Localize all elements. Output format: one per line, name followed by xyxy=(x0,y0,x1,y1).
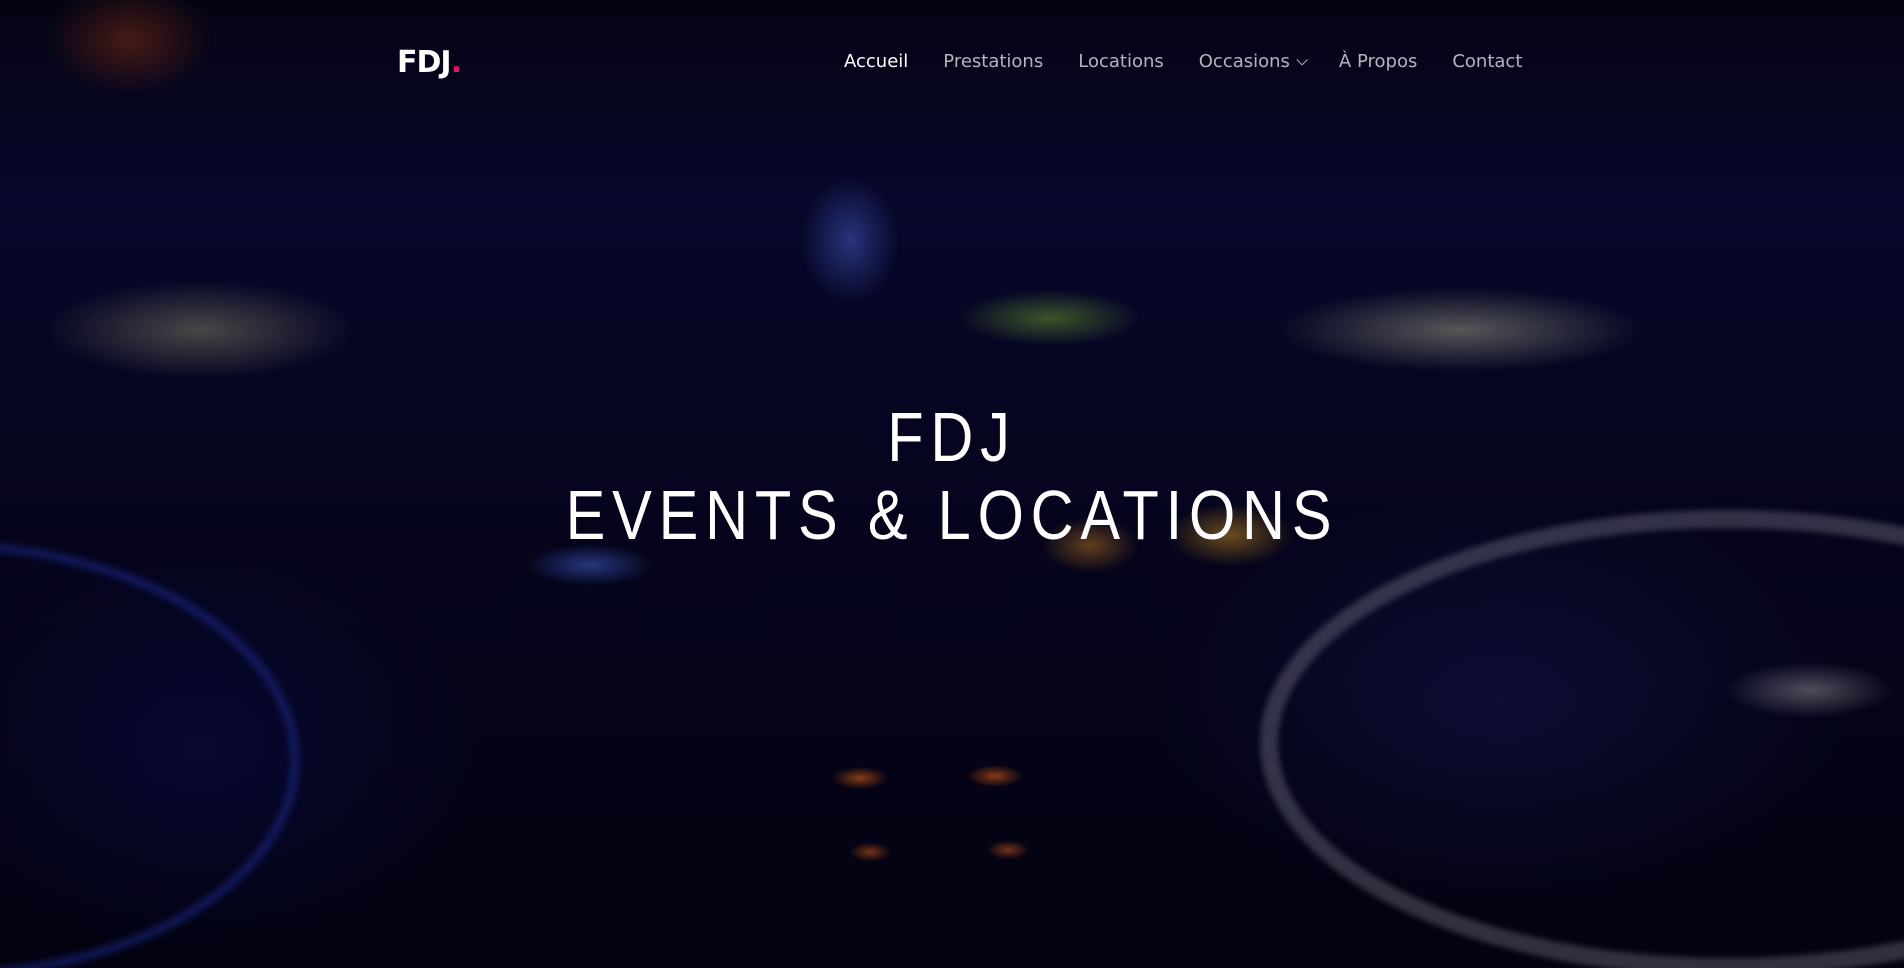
logo-text: FDJ xyxy=(397,45,452,80)
main-nav: Accueil Prestations Locations Occasions … xyxy=(844,51,1522,73)
nav-item-locations[interactable]: Locations xyxy=(1078,51,1164,73)
hero-title-line2: EVENTS & LOCATIONS xyxy=(565,476,1339,554)
logo-dot: . xyxy=(450,45,462,80)
nav-item-label: Locations xyxy=(1078,51,1164,72)
nav-item-accueil[interactable]: Accueil xyxy=(844,51,908,73)
nav-item-a-propos[interactable]: À Propos xyxy=(1339,51,1417,73)
nav-item-prestations[interactable]: Prestations xyxy=(943,51,1043,73)
nav-item-occasions[interactable]: Occasions xyxy=(1198,51,1308,73)
hero-section: FDJ. Accueil Prestations Locations Occas… xyxy=(0,0,1904,968)
nav-item-label: Prestations xyxy=(943,51,1044,72)
nav-item-label: Contact xyxy=(1452,51,1523,72)
nav-item-label: Accueil xyxy=(844,51,909,72)
site-logo[interactable]: FDJ. xyxy=(397,45,462,80)
chevron-down-icon xyxy=(1296,54,1308,66)
nav-item-label: Occasions xyxy=(1198,51,1290,72)
hero-title-line1: FDJ xyxy=(887,398,1017,476)
nav-item-contact[interactable]: Contact xyxy=(1452,51,1522,73)
nav-item-label: À Propos xyxy=(1338,51,1418,72)
hero-title: FDJ EVENTS & LOCATIONS xyxy=(143,398,1761,554)
site-header: FDJ. Accueil Prestations Locations Occas… xyxy=(0,0,1904,110)
